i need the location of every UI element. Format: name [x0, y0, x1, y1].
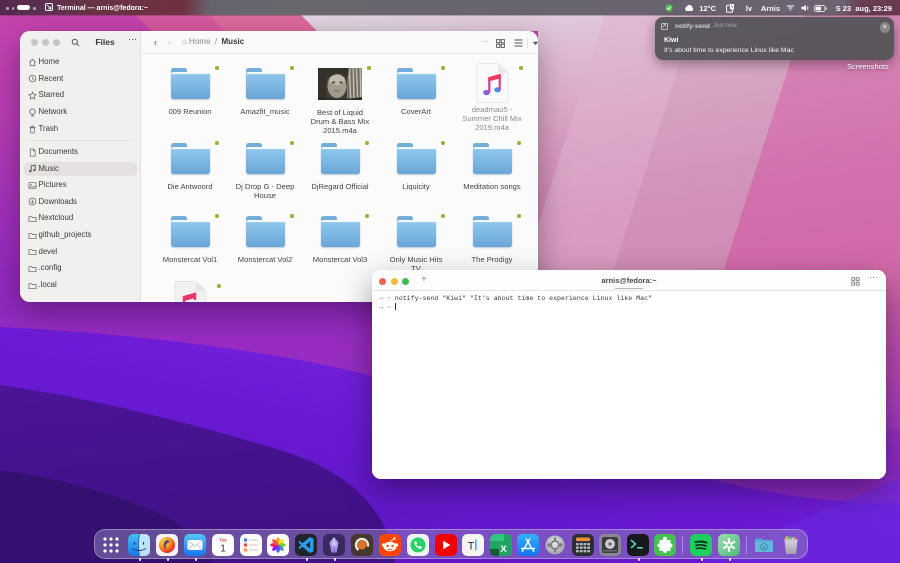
svg-text:X: X: [500, 544, 507, 555]
svg-text:T: T: [468, 540, 475, 552]
svg-text:1: 1: [220, 542, 226, 554]
